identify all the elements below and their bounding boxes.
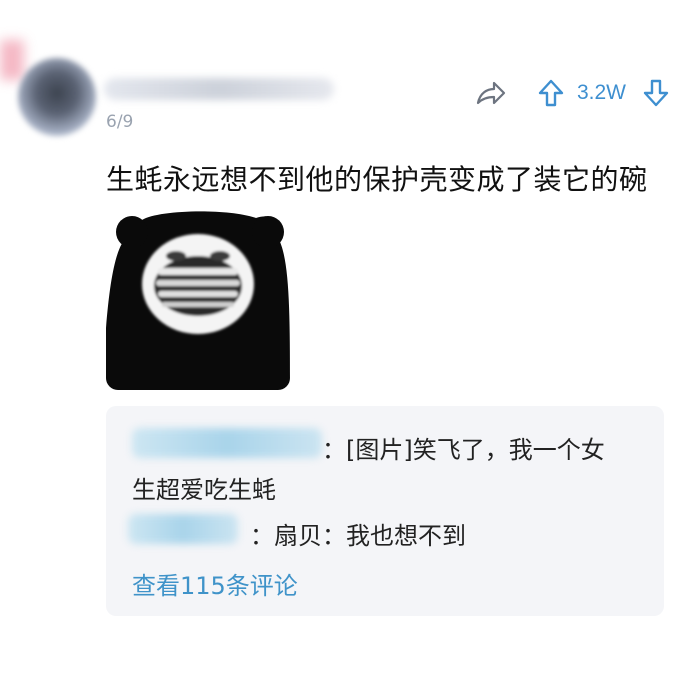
meme-image[interactable] (106, 208, 290, 390)
comment-1-text: [图片]笑飞了，我一个女 (346, 436, 605, 464)
decorative-corner (0, 40, 24, 80)
comment-2-text: 扇贝：我也想不到 (274, 522, 466, 550)
comment-preview-box[interactable]: ：[图片]笑飞了，我一个女 生超爱吃生蚝 ：扇贝：我也想不到 查看115条评论 (106, 406, 664, 616)
comment-2-separator: ： (250, 522, 274, 550)
share-arrow-icon[interactable] (475, 79, 507, 107)
comment-1-separator: ： (322, 436, 346, 464)
comment-1-line-1: ：[图片]笑飞了，我一个女 (322, 430, 605, 465)
meme-face-illustration (106, 208, 290, 390)
upvote-arrow-icon[interactable] (537, 78, 565, 108)
post-actions: 3.2W (475, 76, 670, 110)
username-blurred[interactable] (104, 78, 334, 100)
commenter-name-blurred[interactable] (132, 428, 322, 458)
post-date: 6/9 (106, 112, 134, 132)
avatar[interactable] (18, 58, 96, 136)
downvote-arrow-icon[interactable] (642, 78, 670, 108)
view-all-comments-link[interactable]: 查看115条评论 (132, 566, 298, 601)
post-text: 生蚝永远想不到他的保护壳变成了装它的碗 (106, 163, 648, 196)
commenter-name-blurred[interactable] (128, 514, 238, 544)
comment-2: ：扇贝：我也想不到 (250, 516, 466, 551)
vote-count: 3.2W (576, 81, 626, 104)
comment-1-line-2: 生超爱吃生蚝 (132, 476, 276, 504)
